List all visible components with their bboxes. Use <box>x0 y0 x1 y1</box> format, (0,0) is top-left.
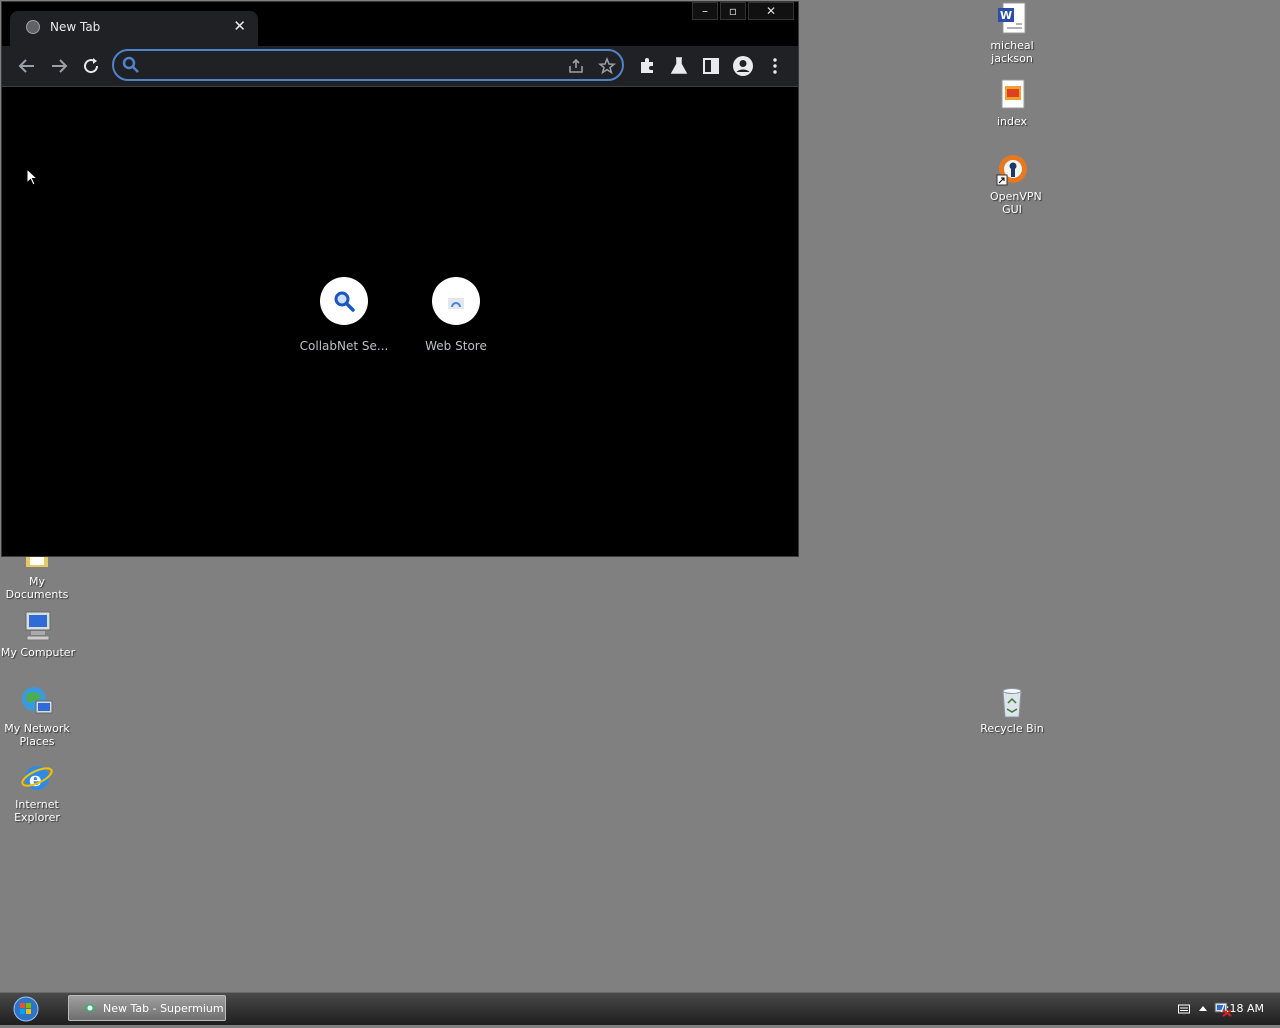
search-icon <box>122 56 139 73</box>
desktop-icon-my-computer[interactable]: My Computer <box>0 609 78 659</box>
desktop-icon-my-network-places[interactable]: My Network Places <box>0 685 77 748</box>
kebab-menu-icon <box>773 58 777 74</box>
keyboard-icon[interactable] <box>1178 1004 1190 1014</box>
reload-icon <box>84 58 99 74</box>
ie-icon: e <box>20 761 54 795</box>
magnifier-icon <box>320 277 368 325</box>
new-tab-page: CollabNet Se... Web Store <box>2 87 798 556</box>
window-controls: – ▫ ✕ <box>690 2 794 20</box>
browser-window: New Tab ✕ – ▫ ✕ CollabNet Se... Web Stor… <box>1 1 799 557</box>
desktop-icon-label: OpenVPN GUI <box>990 190 1042 216</box>
desktop-icon-recycle-bin[interactable]: Recycle Bin <box>972 685 1052 735</box>
shortcut-label: Web Store <box>425 339 487 353</box>
side-panel-icon <box>703 58 719 74</box>
close-window-button[interactable]: ✕ <box>748 2 794 20</box>
desktop-icon-label: My Computer <box>0 646 76 659</box>
minimize-button[interactable]: – <box>692 2 718 20</box>
shortcut-collabnet[interactable]: CollabNet Se... <box>288 277 400 353</box>
tab-title: New Tab <box>50 20 101 34</box>
back-button[interactable] <box>15 54 39 78</box>
side-panel-button[interactable] <box>699 54 723 78</box>
mouse-cursor-icon <box>26 168 39 186</box>
maximize-button[interactable]: ▫ <box>720 2 746 20</box>
start-button[interactable] <box>2 994 46 1024</box>
desktop-icon-openvpn[interactable]: OpenVPN GUI <box>972 153 1052 216</box>
desktop-icon-label: Recycle Bin <box>980 722 1044 735</box>
desktop-icon-label: Internet Explorer <box>14 798 60 824</box>
windows-logo-icon <box>13 996 39 1022</box>
tab-new-tab[interactable]: New Tab ✕ <box>10 11 258 46</box>
supermium-icon <box>84 1004 96 1012</box>
desktop-icon-internet-explorer[interactable]: e Internet Explorer <box>0 761 77 824</box>
omnibox[interactable] <box>112 49 624 81</box>
desktop-icon-label: index <box>996 115 1028 128</box>
star-icon[interactable] <box>598 57 616 75</box>
forward-button[interactable] <box>47 54 71 78</box>
word-document-icon: W <box>995 2 1029 36</box>
back-arrow-icon <box>18 59 34 73</box>
desktop-icon-micheal-jackson[interactable]: W micheal jackson <box>972 2 1052 65</box>
desktop-icon-my-documents[interactable]: My Documents <box>0 553 77 601</box>
browser-titlebar: New Tab ✕ – ▫ ✕ <box>2 2 798 46</box>
close-tab-icon[interactable]: ✕ <box>233 17 246 35</box>
desktop-icon-index[interactable]: index <box>972 78 1052 128</box>
flask-icon <box>670 57 688 74</box>
openvpn-icon <box>995 153 1029 187</box>
shortcut-web-store[interactable]: Web Store <box>400 277 512 353</box>
menu-button[interactable] <box>763 54 787 78</box>
globe-icon <box>26 20 40 34</box>
extensions-button[interactable] <box>635 54 659 78</box>
reload-button[interactable] <box>79 54 103 78</box>
html-file-icon <box>995 78 1029 112</box>
forward-arrow-icon <box>52 59 68 73</box>
taskbar: New Tab - Supermium 7:18 AM <box>0 992 1280 1025</box>
shortcut-label: CollabNet Se... <box>299 339 389 353</box>
browser-toolbar <box>2 46 798 87</box>
taskbar-button-label: New Tab - Supermium <box>103 1002 224 1015</box>
desktop-icon-label: My Network Places <box>4 722 70 748</box>
desktop-icon-label: My Documents <box>5 575 69 601</box>
profile-button[interactable] <box>731 54 755 78</box>
clock[interactable]: 7:18 AM <box>1219 1002 1264 1015</box>
puzzle-icon <box>641 58 653 73</box>
show-hidden-icons-icon[interactable] <box>1199 1005 1207 1011</box>
avatar-icon <box>733 56 753 76</box>
desktop-icon-label: micheal jackson <box>990 39 1034 65</box>
labs-button[interactable] <box>667 54 691 78</box>
system-tray: 7:18 AM <box>1150 993 1280 1025</box>
web-store-icon <box>432 277 480 325</box>
network-icon <box>20 685 54 719</box>
taskbar-button-supermium[interactable]: New Tab - Supermium <box>68 995 226 1021</box>
computer-icon <box>21 609 55 643</box>
svg-text:W: W <box>1000 9 1012 22</box>
omnibox-input[interactable] <box>144 54 548 78</box>
recycle-bin-icon <box>995 685 1029 719</box>
share-icon[interactable] <box>567 57 585 75</box>
